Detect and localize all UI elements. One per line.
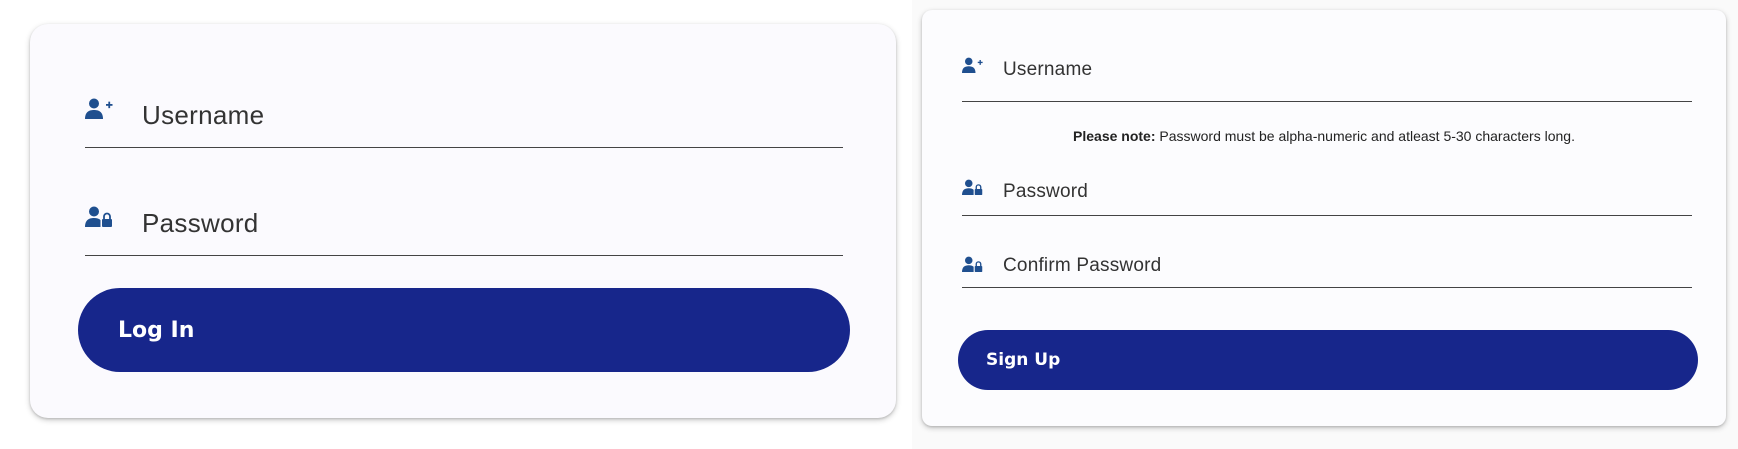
signup-password-field[interactable]: Password (962, 160, 1692, 216)
signup-card: Username Please note: Password must be a… (922, 10, 1726, 426)
login-password-label: Password (142, 208, 259, 238)
user-lock-icon (962, 256, 983, 272)
user-plus-icon (962, 57, 983, 73)
user-plus-icon (85, 98, 113, 119)
user-lock-icon (85, 206, 112, 227)
signup-button[interactable]: Sign Up (958, 330, 1698, 390)
password-requirements-note: Please note: Password must be alpha-nume… (922, 128, 1726, 144)
note-prefix: Please note: (1073, 128, 1156, 144)
login-button[interactable]: Log In (78, 288, 850, 372)
login-username-field[interactable]: Username (85, 48, 843, 148)
login-card: Username Password Log In (30, 24, 896, 418)
login-password-field[interactable]: Password (85, 156, 843, 256)
signup-username-field[interactable]: Username (962, 38, 1692, 102)
signup-confirm-password-field[interactable]: Confirm Password (962, 238, 1692, 288)
signup-username-label: Username (1003, 59, 1093, 80)
signup-confirm-password-label: Confirm Password (1003, 255, 1162, 276)
login-username-label: Username (142, 100, 265, 130)
signup-panel: Username Please note: Password must be a… (912, 0, 1738, 449)
login-panel: Username Password Log In (0, 0, 912, 449)
signup-password-label: Password (1003, 181, 1089, 202)
user-lock-icon (962, 179, 983, 195)
note-text: Password must be alpha-numeric and atlea… (1155, 128, 1575, 144)
screenshot-canvas: Username Password Log In Username Please… (0, 0, 1738, 449)
